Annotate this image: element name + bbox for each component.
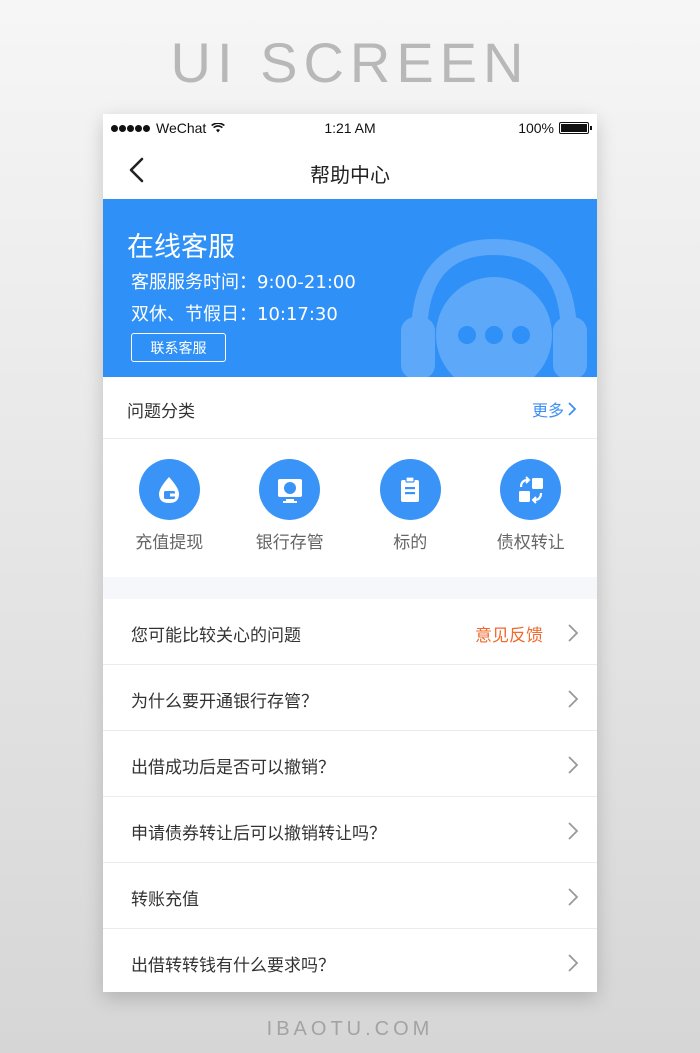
question-text: 转账充值 — [131, 890, 199, 910]
faq-header-row[interactable]: 您可能比较关心的问题 意见反馈 — [103, 599, 597, 665]
chevron-right-icon — [568, 888, 579, 906]
question-row[interactable]: 出借成功后是否可以撤销？ — [103, 731, 597, 797]
banner-title: 在线客服 — [127, 232, 235, 263]
category-label: 银行存管 — [255, 533, 324, 553]
phone-screen: WeChat 1:21 AM 100% 帮助中心 在线客服 客服服务时间：9:0… — [103, 114, 597, 992]
chevron-right-icon — [568, 690, 579, 708]
question-row[interactable]: 转账充值 — [103, 863, 597, 929]
holiday-hours: 双休、节假日：10:17:30 — [131, 304, 338, 325]
question-row[interactable]: 为什么要开通银行存管？ — [103, 665, 597, 731]
online-service-banner: 在线客服 客服服务时间：9:00-21:00 双休、节假日：10:17:30 联… — [103, 199, 597, 377]
headset-chat-icon — [401, 238, 587, 377]
question-text: 申请债券转让后可以撤销转让吗？ — [131, 824, 386, 844]
more-label: 更多 — [531, 401, 564, 420]
question-text: 出借成功后是否可以撤销？ — [131, 758, 335, 778]
more-link[interactable]: 更多 — [532, 397, 577, 421]
question-list: 您可能比较关心的问题 意见反馈 为什么要开通银行存管？ 出借成功后是否可以撤销？… — [103, 599, 597, 992]
transfer-icon — [500, 459, 562, 520]
chevron-right-icon — [568, 756, 579, 774]
category-recharge-withdraw[interactable]: 充值提现 — [114, 439, 224, 577]
category-target[interactable]: 标的 — [355, 439, 465, 577]
battery-icon — [559, 122, 592, 134]
chevron-right-icon — [568, 954, 579, 972]
status-right: 100% — [518, 120, 592, 136]
clipboard-icon — [379, 459, 441, 520]
chevron-right-icon — [568, 624, 579, 642]
category-row: 充值提现 银行存管 标的 债权转让 — [103, 439, 597, 577]
category-debt-transfer[interactable]: 债权转让 — [476, 439, 586, 577]
category-section-header: 问题分类 更多 — [103, 377, 597, 439]
wallet-drop-icon — [138, 459, 200, 520]
section-divider — [103, 577, 597, 599]
contact-service-button[interactable]: 联系客服 — [131, 333, 226, 362]
page-footer: IBAOTU.COM — [266, 1018, 434, 1040]
question-row[interactable]: 出借转转钱有什么要求吗？ — [103, 929, 597, 992]
question-row[interactable]: 申请债券转让后可以撤销转让吗？ — [103, 797, 597, 863]
chevron-right-icon — [568, 822, 579, 840]
faq-header: 您可能比较关心的问题 — [131, 626, 301, 646]
service-hours: 客服服务时间：9:00-21:00 — [131, 272, 356, 293]
feedback-link[interactable]: 意见反馈 — [475, 621, 543, 646]
question-text: 出借转转钱有什么要求吗？ — [131, 956, 335, 976]
category-label: 标的 — [393, 533, 428, 553]
page-heading: UI SCREEN — [170, 31, 530, 94]
category-label: 充值提现 — [135, 533, 204, 553]
battery-percent: 100% — [518, 120, 554, 136]
category-label: 债权转让 — [496, 533, 565, 553]
page-title: 帮助中心 — [310, 163, 390, 187]
status-bar: WeChat 1:21 AM 100% — [103, 114, 597, 142]
chevron-right-icon — [568, 402, 577, 416]
category-bank-deposit[interactable]: 银行存管 — [235, 439, 345, 577]
deposit-monitor-icon — [259, 459, 321, 520]
category-title: 问题分类 — [127, 402, 195, 422]
nav-bar: 帮助中心 — [103, 142, 597, 199]
question-text: 为什么要开通银行存管？ — [131, 692, 318, 712]
